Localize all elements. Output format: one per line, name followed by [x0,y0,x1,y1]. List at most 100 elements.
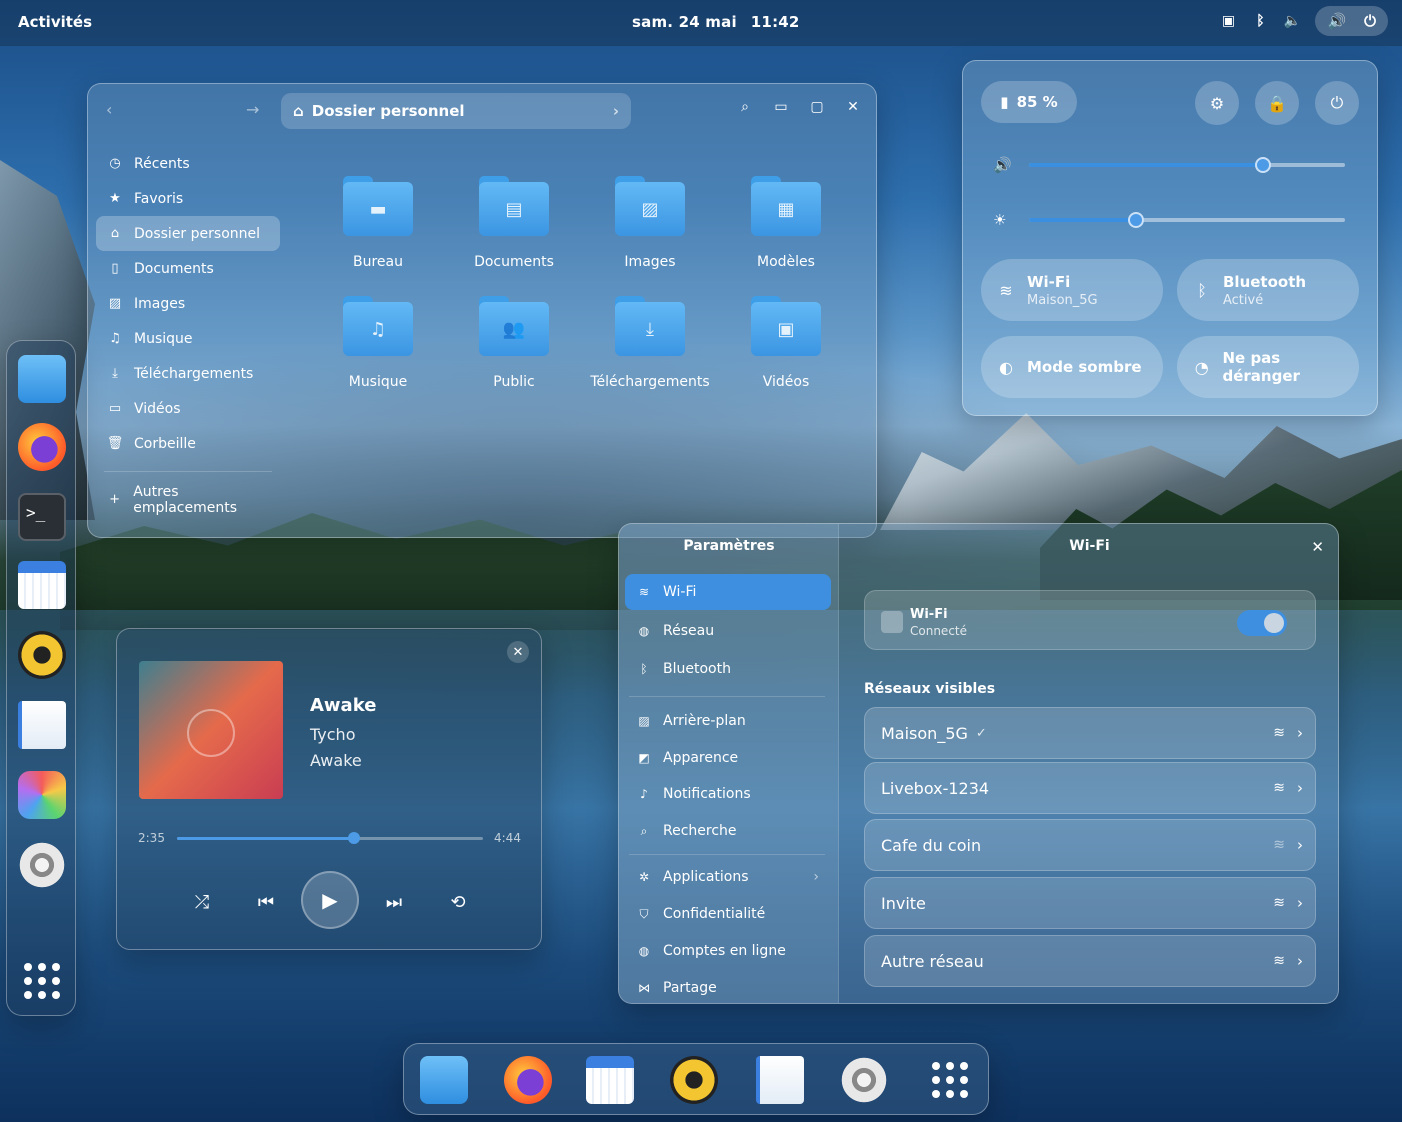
brightness-slider[interactable] [1029,212,1345,228]
network-row[interactable]: Livebox-1234 ≋ › [864,762,1316,814]
progress-handle[interactable] [348,832,361,844]
sidebar-item-bluetooth[interactable]: ᛒ Bluetooth [625,651,831,687]
repeat-icon[interactable]: ⟲ [443,887,473,917]
folder-label: Public [493,374,535,390]
network-row[interactable]: Cafe du coin ≋ › [864,819,1316,871]
battery-indicator[interactable]: ▮ 85 % [981,81,1077,123]
system-menu-button[interactable]: 🔊 ⏻ [1315,6,1388,36]
text-editor-app-icon[interactable] [18,701,66,749]
settings-app-icon[interactable] [840,1056,888,1104]
sidebar-item-appearance[interactable]: ◩ Apparence [625,740,831,776]
sidebar-item-other-locations[interactable]: + Autres emplacements [96,482,280,517]
next-icon[interactable]: ⏭ [379,887,409,917]
firefox-app-icon[interactable] [504,1056,552,1104]
path-label: Dossier personnel [311,102,465,120]
settings-gear-button[interactable]: ⚙ [1195,81,1239,125]
lock-button[interactable]: 🔒 [1255,81,1299,125]
do-not-disturb-tile[interactable]: ◔ Ne pas déranger [1177,336,1359,398]
previous-icon[interactable]: ⏮ [251,887,281,917]
folder-templates[interactable]: ▦ Modèles [718,176,854,270]
close-icon[interactable]: ✕ [1311,538,1324,556]
search-icon[interactable]: ⌕ [736,98,754,116]
wifi-tile[interactable]: ≋ Wi-Fi Maison_5G [981,259,1163,321]
firefox-app-icon[interactable] [18,423,66,471]
app-grid-icon[interactable] [18,957,66,1005]
rhythmbox-app-icon[interactable] [670,1056,718,1104]
sidebar-item-background[interactable]: ▨ Arrière-plan [625,703,831,739]
wifi-toggle-switch[interactable] [1237,610,1287,636]
volume-slider[interactable] [1029,157,1345,173]
sidebar-item-privacy[interactable]: ⛉ Confidentialité [625,896,831,932]
network-row[interactable]: Autre réseau ≋ › [864,935,1316,987]
shuffle-icon[interactable]: ⤮ [187,887,217,917]
chevron-right-icon[interactable]: › [613,102,619,120]
sidebar-item-downloads[interactable]: ⤓ Téléchargements [96,356,280,391]
close-icon[interactable]: ✕ [844,98,862,116]
bluetooth-icon[interactable]: ᛒ [1251,12,1269,30]
sidebar-item-online-accounts[interactable]: ◍ Comptes en ligne [625,933,831,969]
photos-app-icon[interactable] [18,771,66,819]
files-app-icon[interactable] [420,1056,468,1104]
folder-desktop[interactable]: ▬ Bureau [310,176,446,270]
sidebar-item-music[interactable]: ♫ Musique [96,321,280,356]
files-app-icon[interactable] [18,355,66,403]
app-grid-icon[interactable] [926,1056,974,1104]
sidebar-item-home[interactable]: ⌂ Dossier personnel [96,216,280,251]
network-row[interactable]: Maison_5G ✓ ≋ › [864,707,1316,759]
calendar-app-icon[interactable] [18,561,66,609]
network-name: Cafe du coin [881,835,982,855]
calendar-app-icon[interactable] [586,1056,634,1104]
brightness-handle[interactable] [1128,212,1145,228]
sidebar-item-documents[interactable]: ▯ Documents [96,251,280,286]
sidebar-item-label: Corbeille [134,435,196,452]
bottom-dock [403,1043,989,1115]
sidebar-item-trash[interactable]: 🗑 Corbeille [96,426,280,461]
folder-label: Images [624,254,676,270]
appearance-icon: ◩ [638,751,650,765]
back-arrow-icon[interactable]: ‹ [106,100,112,119]
check-icon: ✓ [975,725,987,741]
sidebar-item-notifications[interactable]: ♪ Notifications [625,776,831,812]
music-folder-icon: ♫ [343,296,413,356]
folder-music[interactable]: ♫ Musique [310,296,446,390]
play-button[interactable]: ▶ [301,871,359,929]
speaker-icon[interactable]: 🔈 [1283,12,1301,30]
folder-documents[interactable]: ▤ Documents [446,176,582,270]
sidebar-item-wifi[interactable]: ≋ Wi-Fi [625,574,831,610]
clock[interactable]: sam. 24 mai 11:42 [632,13,800,31]
close-icon[interactable]: ✕ [507,641,529,663]
bluetooth-tile[interactable]: ᛒ Bluetooth Activé [1177,259,1359,321]
downloads-folder-icon: ⤓ [615,296,685,356]
forward-arrow-icon[interactable]: → [246,100,259,119]
sidebar-item-sharing[interactable]: ⋈ Partage [625,970,831,1003]
progress-slider[interactable] [177,832,483,844]
screen-icon[interactable]: ▣ [1219,12,1237,30]
settings-window: Paramètres ≋ Wi-Fi ◍ Réseau ᛒ Bluetooth ▨ Ar… [618,523,1339,1004]
rhythmbox-app-icon[interactable] [18,631,66,679]
power-button[interactable]: ⏻ [1315,81,1359,125]
folder-public[interactable]: 👥 Public [446,296,582,390]
terminal-app-icon[interactable]: >_ [18,493,66,541]
network-row[interactable]: Invite ≋ › [864,877,1316,929]
sidebar-item-images[interactable]: ▨ Images [96,286,280,321]
folder-videos[interactable]: ▣ Vidéos [718,296,854,390]
folder-downloads[interactable]: ⤓ Téléchargements [582,296,718,390]
sidebar-item-network[interactable]: ◍ Réseau [625,613,831,649]
sidebar-item-search[interactable]: ⌕ Recherche [625,813,831,849]
sidebar-item-applications[interactable]: ✲ Applications › [625,859,831,895]
dark-mode-tile[interactable]: ◐ Mode sombre [981,336,1163,398]
settings-app-icon[interactable] [18,841,66,889]
sidebar-item-recents[interactable]: ◷ Récents [96,146,280,181]
path-bar[interactable]: ⌂ Dossier personnel › [281,93,631,129]
sidebar-item-favorites[interactable]: ★ Favoris [96,181,280,216]
wifi-toggle-card: Wi-Fi Connecté [864,590,1316,650]
maximize-icon[interactable]: ▢ [808,98,826,116]
sidebar-item-videos[interactable]: ▭ Vidéos [96,391,280,426]
text-editor-app-icon[interactable] [756,1056,804,1104]
activities-button[interactable]: Activités [18,13,92,31]
folder-images[interactable]: ▨ Images [582,176,718,270]
view-icon[interactable]: ▭ [772,98,790,116]
network-name: Livebox-1234 [881,778,990,798]
volume-handle[interactable] [1254,157,1271,173]
left-dock: >_ [6,340,76,1016]
